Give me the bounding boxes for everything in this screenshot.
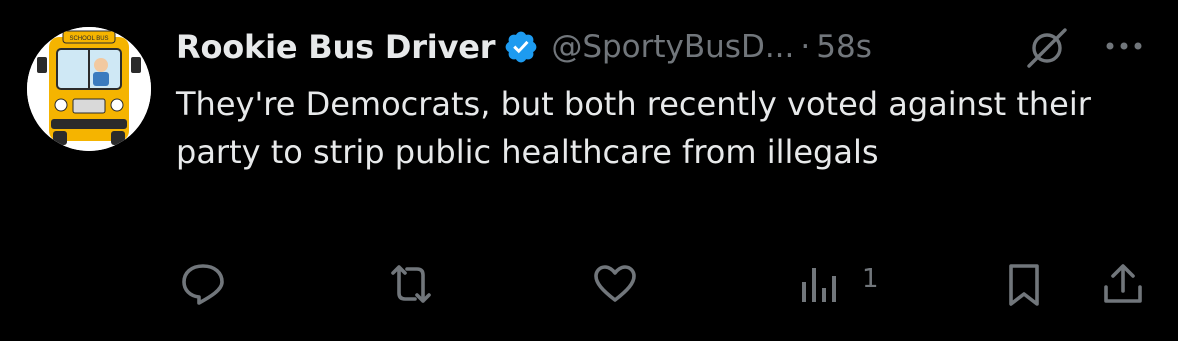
bookmark-icon[interactable] <box>1004 262 1044 308</box>
more-options-icon[interactable] <box>1100 32 1148 60</box>
grok-icon[interactable] <box>1025 28 1069 68</box>
school-bus-image: SCHOOL BUS <box>27 27 151 151</box>
views-count: 1 <box>862 264 879 294</box>
views-chart-icon[interactable] <box>798 264 842 306</box>
svg-text:SCHOOL BUS: SCHOOL BUS <box>69 36 108 42</box>
tweet-timestamp[interactable]: 58s <box>816 29 872 65</box>
like-heart-icon[interactable] <box>592 264 638 304</box>
share-icon[interactable] <box>1100 261 1146 307</box>
reply-icon[interactable] <box>180 262 226 306</box>
separator-dot: · <box>800 29 811 65</box>
verified-badge-icon[interactable] <box>503 29 539 65</box>
tweet-header: Rookie Bus Driver @SportyBusD... · 58s <box>176 22 872 72</box>
retweet-icon[interactable] <box>385 263 437 305</box>
author-display-name[interactable]: Rookie Bus Driver <box>176 28 496 66</box>
author-handle[interactable]: @SportyBusD... <box>551 29 794 65</box>
avatar[interactable]: SCHOOL BUS <box>27 27 151 151</box>
tweet-text: They're Democrats, but both recently vot… <box>176 85 1091 171</box>
